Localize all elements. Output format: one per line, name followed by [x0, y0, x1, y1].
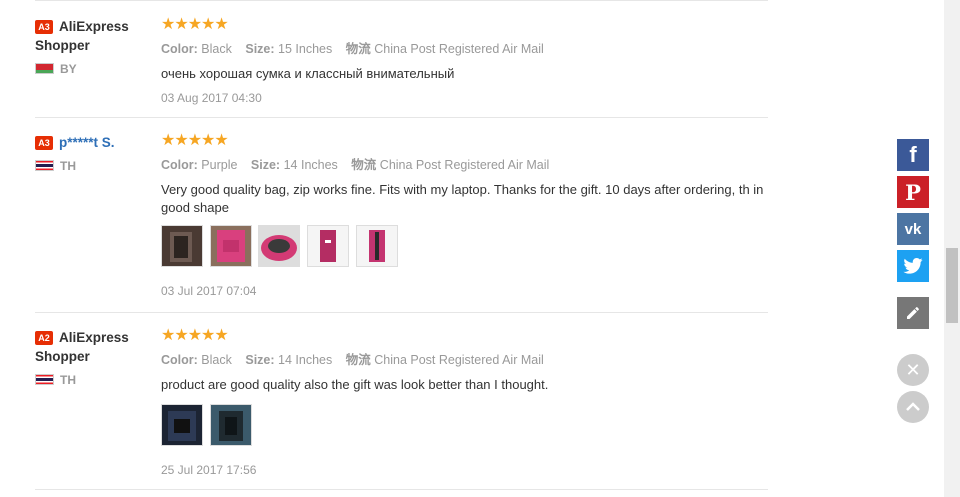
review-photo[interactable]: [306, 225, 349, 267]
thailand-flag-icon: [35, 160, 54, 171]
review-date: 03 Aug 2017 04:30: [161, 91, 262, 105]
review-content: ★★★★★ Color: Purple Size: 14 Inches 物流 C…: [161, 132, 768, 299]
thailand-flag-icon: [35, 374, 54, 385]
vk-share-button[interactable]: vk: [897, 213, 929, 245]
buyer-level-badge: A3: [35, 20, 53, 34]
review-photos: [161, 404, 768, 446]
review-photo[interactable]: [161, 225, 203, 267]
pinterest-icon: P: [905, 179, 921, 205]
twitter-icon: [903, 258, 923, 274]
logistics-value: China Post Registered Air Mail: [374, 42, 544, 56]
star-rating: ★★★★★: [161, 132, 229, 149]
facebook-icon: f: [909, 142, 917, 167]
size-value: 14 Inches: [278, 353, 333, 367]
pinterest-share-button[interactable]: P: [897, 176, 929, 208]
review-photo[interactable]: [355, 225, 398, 267]
edit-button[interactable]: [897, 297, 929, 329]
close-button[interactable]: ✕: [897, 354, 929, 386]
page-scrollbar[interactable]: [944, 0, 960, 497]
color-value: Black: [201, 42, 232, 56]
reviewer-info: A2 AliExpress Shopper TH: [35, 328, 155, 388]
color-value: Purple: [201, 158, 238, 172]
pencil-icon: [907, 307, 919, 319]
buyer-level-badge: A2: [35, 331, 53, 345]
reviewer-name: A3 AliExpress Shopper: [35, 19, 129, 53]
color-value: Black: [201, 353, 232, 367]
star-rating: ★★★★★: [161, 327, 229, 344]
back-to-top-button[interactable]: [897, 391, 929, 423]
review-photo[interactable]: [209, 225, 252, 267]
logistics-value: China Post Registered Air Mail: [379, 158, 550, 172]
review-item: A2 AliExpress Shopper TH ★★★★★ Color: Bla…: [35, 313, 768, 490]
review-photo[interactable]: [161, 404, 203, 446]
feedback-list: A3 AliExpress Shopper BY ★★★★★ Color: Bla…: [35, 0, 768, 490]
twitter-share-button[interactable]: [897, 250, 929, 282]
review-date: 03 Jul 2017 07:04: [161, 284, 257, 298]
reviewer-country: TH: [35, 372, 155, 388]
buyer-level-badge: A3: [35, 136, 53, 150]
review-content: ★★★★★ Color: Black Size: 15 Inches 物流 Ch…: [161, 16, 768, 106]
reviewer-name: A2 AliExpress Shopper: [35, 330, 129, 364]
vk-icon: vk: [904, 220, 922, 238]
reviewer-name[interactable]: A3 p*****t S.: [35, 133, 155, 152]
review-text: очень хорошая сумка и классный вниматель…: [161, 66, 455, 81]
review-photo[interactable]: [209, 404, 252, 446]
review-photo[interactable]: [258, 225, 301, 267]
size-value: 15 Inches: [278, 42, 333, 56]
order-attributes: Color: Black Size: 14 Inches 物流 China Po…: [161, 353, 544, 367]
review-text: Very good quality bag, zip works fine. F…: [161, 182, 764, 215]
review-date: 25 Jul 2017 17:56: [161, 463, 257, 477]
logistics-value: China Post Registered Air Mail: [374, 353, 544, 367]
size-value: 14 Inches: [283, 158, 338, 172]
review-text: product are good quality also the gift w…: [161, 377, 549, 392]
review-content: ★★★★★ Color: Black Size: 14 Inches 物流 Ch…: [161, 327, 768, 478]
reviewer-info: A3 p*****t S. TH: [35, 133, 155, 174]
review-item: A3 AliExpress Shopper BY ★★★★★ Color: Bla…: [35, 0, 768, 118]
reviewer-country: BY: [35, 61, 155, 77]
review-photos: [161, 225, 768, 267]
review-item: A3 p*****t S. TH ★★★★★ Color: Purple Size…: [35, 118, 768, 313]
scrollbar-thumb[interactable]: [946, 248, 958, 323]
facebook-share-button[interactable]: f: [897, 139, 929, 171]
order-attributes: Color: Black Size: 15 Inches 物流 China Po…: [161, 42, 544, 56]
order-attributes: Color: Purple Size: 14 Inches 物流 China P…: [161, 158, 550, 172]
chevron-up-icon: [906, 402, 920, 411]
belarus-flag-icon: [35, 63, 54, 74]
star-rating: ★★★★★: [161, 16, 229, 33]
reviewer-country: TH: [35, 158, 155, 174]
close-icon: ✕: [905, 359, 921, 380]
reviewer-info: A3 AliExpress Shopper BY: [35, 17, 155, 77]
